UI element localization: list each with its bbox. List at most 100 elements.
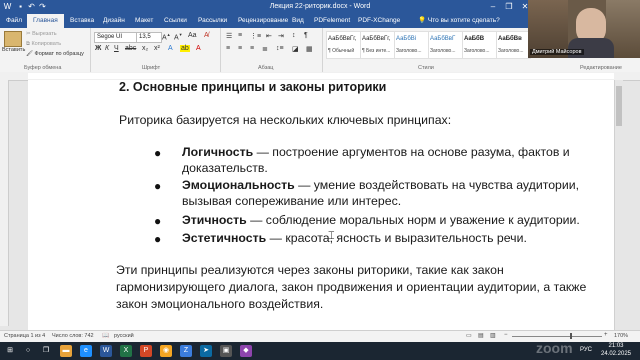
list-item: Эмоциональность — умение воздействовать … bbox=[182, 177, 602, 209]
proofing-icon[interactable]: 📖 bbox=[102, 332, 109, 339]
justify-icon[interactable]: ≣ bbox=[262, 45, 268, 53]
copy-button[interactable]: ⧉ Копировать bbox=[26, 41, 61, 48]
font-color-icon[interactable]: A bbox=[196, 45, 201, 52]
align-center-icon[interactable]: ≡ bbox=[238, 45, 242, 52]
align-left-icon[interactable]: ≡ bbox=[226, 45, 230, 52]
zoom-level[interactable]: 170% bbox=[614, 333, 628, 339]
font-size-select[interactable]: 13,5 bbox=[136, 32, 162, 43]
underline-button[interactable]: Ч bbox=[114, 45, 119, 52]
vertical-scrollbar[interactable] bbox=[614, 80, 623, 330]
cut-label: Вырезать bbox=[32, 31, 57, 37]
superscript-icon[interactable]: x² bbox=[154, 45, 160, 52]
font-name-select[interactable]: Segoe UI bbox=[94, 32, 138, 43]
section-heading: 2. Основные принципы и законы риторики bbox=[119, 80, 387, 94]
format-painter-button[interactable]: 🖌 Формат по образцу bbox=[26, 51, 84, 57]
font-label: Шрифт bbox=[142, 65, 161, 71]
style-normal[interactable]: АаБбВвГг, ¶ Обычный bbox=[326, 31, 361, 59]
tab-layout[interactable]: Макет bbox=[129, 14, 159, 28]
list-item-text: — красота, ясность и выразительность реч… bbox=[266, 231, 527, 245]
excel-taskbar-icon[interactable]: X bbox=[120, 345, 132, 357]
style-heading-1[interactable]: АаБбВі Заголово... bbox=[394, 31, 429, 59]
list-item-term: Этичность bbox=[182, 213, 247, 227]
app-taskbar-icon[interactable]: ◆ bbox=[240, 345, 252, 357]
clear-formatting-icon[interactable]: A̸ bbox=[204, 32, 209, 39]
numbering-icon[interactable]: ≡ bbox=[238, 32, 242, 39]
word-taskbar-icon[interactable]: W bbox=[100, 345, 112, 357]
subscript-icon[interactable]: x₂ bbox=[142, 45, 148, 52]
zoom-out-icon[interactable]: − bbox=[504, 332, 508, 338]
start-icon[interactable]: ⊞ bbox=[4, 345, 16, 357]
text-effects-icon[interactable]: A bbox=[168, 45, 173, 52]
tab-references[interactable]: Ссылки bbox=[158, 14, 193, 28]
bullets-icon[interactable]: ☰ bbox=[226, 32, 232, 40]
page-count[interactable]: Страница 1 из 4 bbox=[4, 333, 45, 339]
style-heading-4[interactable]: АаБбВв Заголово... bbox=[496, 31, 531, 59]
word-count[interactable]: Число слов: 742 bbox=[52, 333, 94, 339]
zoom-slider[interactable] bbox=[512, 336, 602, 337]
style-heading-2[interactable]: АаБбВвГ Заголово... bbox=[428, 31, 463, 59]
lightbulb-icon: 💡 bbox=[418, 17, 428, 24]
paste-icon[interactable] bbox=[4, 31, 22, 47]
scrollbar-thumb[interactable] bbox=[616, 86, 622, 126]
zoom-taskbar-icon[interactable]: Z bbox=[180, 345, 192, 357]
app-taskbar-icon[interactable]: ▣ bbox=[220, 345, 232, 357]
line-spacing-icon[interactable]: ↕≡ bbox=[276, 45, 284, 52]
list-item: Эстетичность — красота, ясность и вырази… bbox=[182, 230, 602, 246]
grow-font-icon[interactable]: A▲ bbox=[162, 32, 171, 41]
tab-view[interactable]: Вид bbox=[286, 14, 310, 28]
explorer-icon[interactable]: ▬ bbox=[60, 345, 72, 357]
bullet-icon: ● bbox=[154, 146, 162, 160]
change-case-icon[interactable]: Aa bbox=[188, 32, 197, 39]
tab-file[interactable]: Файл bbox=[0, 14, 28, 28]
telegram-taskbar-icon[interactable]: ➤ bbox=[200, 345, 212, 357]
zoom-slider-thumb[interactable] bbox=[570, 333, 572, 339]
minimize-button[interactable]: – bbox=[486, 1, 500, 13]
tell-me-search[interactable]: 💡 Что вы хотите сделать? bbox=[418, 14, 500, 28]
search-icon[interactable]: ○ bbox=[22, 345, 34, 357]
bold-button[interactable]: Ж bbox=[95, 45, 101, 52]
decrease-indent-icon[interactable]: ⇤ bbox=[266, 32, 272, 40]
read-mode-icon[interactable]: ▭ bbox=[466, 332, 472, 339]
style-name: ¶ Без инте... bbox=[362, 48, 391, 54]
edge-icon[interactable]: e bbox=[80, 345, 92, 357]
vertical-ruler bbox=[0, 80, 9, 326]
style-heading-3[interactable]: АаБбВ Заголово... bbox=[462, 31, 497, 59]
style-no-spacing[interactable]: АаБбВвГг, ¶ Без инте... bbox=[360, 31, 395, 59]
tab-insert[interactable]: Вставка bbox=[64, 14, 100, 28]
multilevel-list-icon[interactable]: ⋮≡ bbox=[250, 32, 261, 40]
clock-date[interactable]: 24.02.2025 bbox=[598, 351, 634, 357]
tab-pdfelement[interactable]: PDFelement bbox=[308, 14, 356, 28]
borders-icon[interactable]: ▦ bbox=[306, 45, 313, 53]
tab-mailings[interactable]: Рассылки bbox=[192, 14, 233, 28]
cut-button[interactable]: ✂ Вырезать bbox=[26, 31, 57, 37]
language-status[interactable]: русский bbox=[114, 333, 134, 339]
print-layout-icon[interactable]: ▤ bbox=[478, 332, 484, 339]
show-marks-icon[interactable]: ¶ bbox=[304, 32, 308, 39]
align-right-icon[interactable]: ≡ bbox=[250, 45, 254, 52]
tab-review[interactable]: Рецензирование bbox=[232, 14, 294, 28]
task-view-icon[interactable]: ❐ bbox=[40, 345, 52, 357]
powerpoint-taskbar-icon[interactable]: P bbox=[140, 345, 152, 357]
document-page[interactable]: 2. Основные принципы и законы риторики Р… bbox=[28, 80, 614, 330]
sort-icon[interactable]: ↕ bbox=[292, 32, 296, 39]
italic-button[interactable]: К bbox=[105, 45, 109, 52]
ruler-track bbox=[28, 73, 614, 79]
shrink-font-icon[interactable]: A▼ bbox=[174, 32, 183, 41]
restore-button[interactable]: ❐ bbox=[502, 1, 516, 13]
highlight-icon[interactable]: ab bbox=[180, 45, 190, 52]
strikethrough-icon[interactable]: abc bbox=[125, 45, 136, 52]
zoom-in-icon[interactable]: + bbox=[604, 332, 608, 338]
increase-indent-icon[interactable]: ⇥ bbox=[278, 32, 284, 40]
font-group: Segoe UI 13,5 A▲ A▼ Aa A̸ Ж К Ч abc x₂ x… bbox=[92, 28, 221, 72]
paste-button[interactable]: Вставить bbox=[2, 47, 25, 53]
clock-time[interactable]: 21:03 bbox=[598, 343, 634, 349]
shading-icon[interactable]: ◪ bbox=[292, 45, 299, 53]
keyboard-language[interactable]: РУС bbox=[580, 347, 592, 353]
intro-paragraph: Риторика базируется на нескольких ключев… bbox=[119, 113, 452, 127]
tab-home[interactable]: Главная bbox=[27, 14, 64, 28]
tab-pdf-xchange[interactable]: PDF-XChange bbox=[352, 14, 406, 28]
chrome-taskbar-icon[interactable]: ◉ bbox=[160, 345, 172, 357]
style-preview: АаБбВвГг, bbox=[362, 36, 391, 42]
tab-design[interactable]: Дизайн bbox=[97, 14, 131, 28]
web-layout-icon[interactable]: ▥ bbox=[490, 332, 496, 339]
